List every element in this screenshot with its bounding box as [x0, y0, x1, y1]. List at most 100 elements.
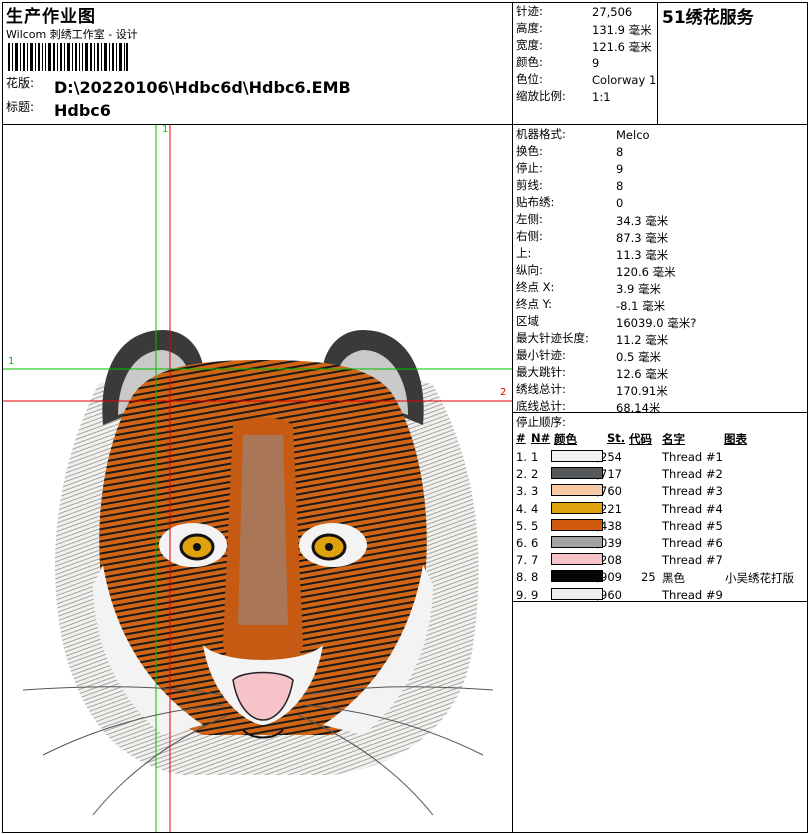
- col-header-chart: 图表: [724, 432, 747, 446]
- detail-value: 87.3 毫米: [616, 231, 669, 245]
- detail-label: 区域: [516, 314, 539, 328]
- col-header-color: 颜色: [554, 432, 577, 446]
- table-row: 2. 2 1,717 Thread #2: [514, 465, 808, 482]
- software-subtitle: Wilcom 刺绣工作室 - 设计: [6, 28, 138, 41]
- row-index: 6.: [516, 536, 527, 550]
- summary-label: 缩放比例:: [516, 89, 566, 103]
- summary-value: 121.6 毫米: [592, 40, 652, 54]
- color-swatch: [551, 587, 603, 600]
- detail-value: 3.9 毫米: [616, 282, 661, 296]
- row-thread-name: Thread #3: [662, 484, 723, 499]
- red-horizontal-guide-label: 2: [500, 387, 507, 398]
- barcode-icon: [8, 43, 128, 71]
- row-needle: 9: [531, 587, 539, 602]
- color-swatch: [551, 570, 603, 583]
- row-needle: 4: [531, 501, 539, 516]
- color-swatch: [551, 536, 603, 548]
- row-needle: 7: [531, 553, 539, 568]
- color-swatch: [551, 467, 603, 480]
- detail-value: 68.14米: [616, 401, 661, 415]
- table-row: 5. 5 6,438 Thread #5: [514, 517, 808, 534]
- row-stitches: 208: [600, 553, 622, 568]
- col-header-name: 名字: [662, 432, 685, 446]
- summary-label: 高度:: [516, 21, 543, 35]
- detail-label: 最小针迹:: [516, 348, 566, 362]
- main-column-divider: [512, 2, 513, 833]
- detail-value: 11.3 毫米: [616, 248, 669, 262]
- detail-label: 上:: [516, 246, 532, 260]
- row-index: 1.: [516, 450, 527, 464]
- row-index: 2.: [516, 467, 527, 482]
- design-title-label: 标题:: [6, 100, 35, 114]
- detail-label: 左侧:: [516, 212, 543, 226]
- row-thread-name: Thread #1: [662, 450, 723, 464]
- color-swatch: [551, 450, 603, 462]
- table-row: 7. 7 208 Thread #7: [514, 551, 808, 568]
- row-thread-name: Thread #5: [662, 518, 723, 533]
- color-swatch: [551, 553, 603, 566]
- row-thread-name: Thread #7: [662, 553, 723, 568]
- summary-value: 131.9 毫米: [592, 23, 652, 37]
- detail-value: 34.3 毫米: [616, 214, 669, 228]
- detail-label: 停止:: [516, 161, 543, 175]
- row-thread-name: Thread #4: [662, 501, 723, 516]
- row-thread-name: 黑色: [662, 571, 685, 586]
- detail-label: 贴布绣:: [516, 195, 555, 209]
- detail-label: 右侧:: [516, 229, 543, 243]
- col-header-index: #: [516, 431, 526, 445]
- row-index: 7.: [516, 553, 527, 568]
- col-header-code: 代码: [629, 432, 652, 446]
- table-row: 9. 9 1,960 Thread #9: [514, 586, 808, 603]
- summary-label: 针迹:: [516, 4, 543, 18]
- table-row: 3. 3 1,760 Thread #3: [514, 482, 808, 499]
- summary-value: Colorway 1: [592, 73, 657, 87]
- detail-value: 170.91米: [616, 384, 668, 398]
- table-row: 4. 4 221 Thread #4: [514, 500, 808, 517]
- row-needle: 6: [531, 536, 539, 550]
- row-thread-name: Thread #6: [662, 536, 723, 550]
- detail-label: 纵向:: [516, 263, 543, 277]
- detail-value: 12.6 毫米: [616, 367, 669, 381]
- summary-label: 色位:: [516, 72, 543, 86]
- design-file-label: 花版:: [6, 76, 35, 90]
- color-swatch: [551, 501, 603, 514]
- col-header-n: N#: [531, 431, 551, 445]
- green-vertical-guide-label: 1: [162, 125, 169, 135]
- detail-label: 换色:: [516, 144, 543, 158]
- page-title: 生产作业图: [6, 7, 96, 27]
- detail-label: 终点 X:: [516, 280, 555, 294]
- row-index: 8.: [516, 570, 527, 585]
- color-swatch: [551, 484, 603, 497]
- green-horizontal-guide-label: 1: [8, 356, 15, 367]
- summary-value: 27,506: [592, 5, 633, 19]
- color-swatch: [551, 518, 603, 531]
- detail-value: Melco: [616, 128, 650, 142]
- stop-sequence-title: 停止顺序:: [516, 415, 566, 429]
- row-needle: 3: [531, 484, 539, 499]
- design-preview: 1 1 2: [3, 125, 512, 832]
- col-header-stitches: St.: [607, 431, 626, 445]
- table-row: 8. 8 4,909 25 黑色 小吴绣花打版: [514, 568, 808, 585]
- row-index: 4.: [516, 501, 527, 516]
- summary-label: 颜色:: [516, 55, 543, 69]
- row-index: 3.: [516, 484, 527, 499]
- design-file-path: D:\20220106\Hdbc6d\Hdbc6.EMB: [54, 78, 351, 97]
- detail-value: 120.6 毫米: [616, 265, 676, 279]
- row-index: 9.: [516, 587, 527, 602]
- row-stitches: 221: [600, 501, 622, 516]
- row-index: 5.: [516, 518, 527, 533]
- detail-value: 16039.0 毫米?: [616, 316, 697, 330]
- table-row: 6. 6 2,039 Thread #6: [514, 534, 808, 551]
- brand-divider: [657, 2, 658, 125]
- summary-label: 宽度:: [516, 38, 543, 52]
- row-chart: 小吴绣花打版: [725, 571, 794, 586]
- brand-name: 51绣花服务: [662, 8, 754, 28]
- detail-label: 底线总计:: [516, 399, 566, 413]
- detail-value: -8.1 毫米: [616, 299, 666, 313]
- row-code: 25: [641, 570, 656, 585]
- row-needle: 2: [531, 467, 539, 482]
- row-needle: 8: [531, 570, 539, 585]
- detail-label: 机器格式:: [516, 127, 566, 141]
- detail-value: 9: [616, 162, 624, 176]
- row-thread-name: Thread #9: [662, 587, 723, 602]
